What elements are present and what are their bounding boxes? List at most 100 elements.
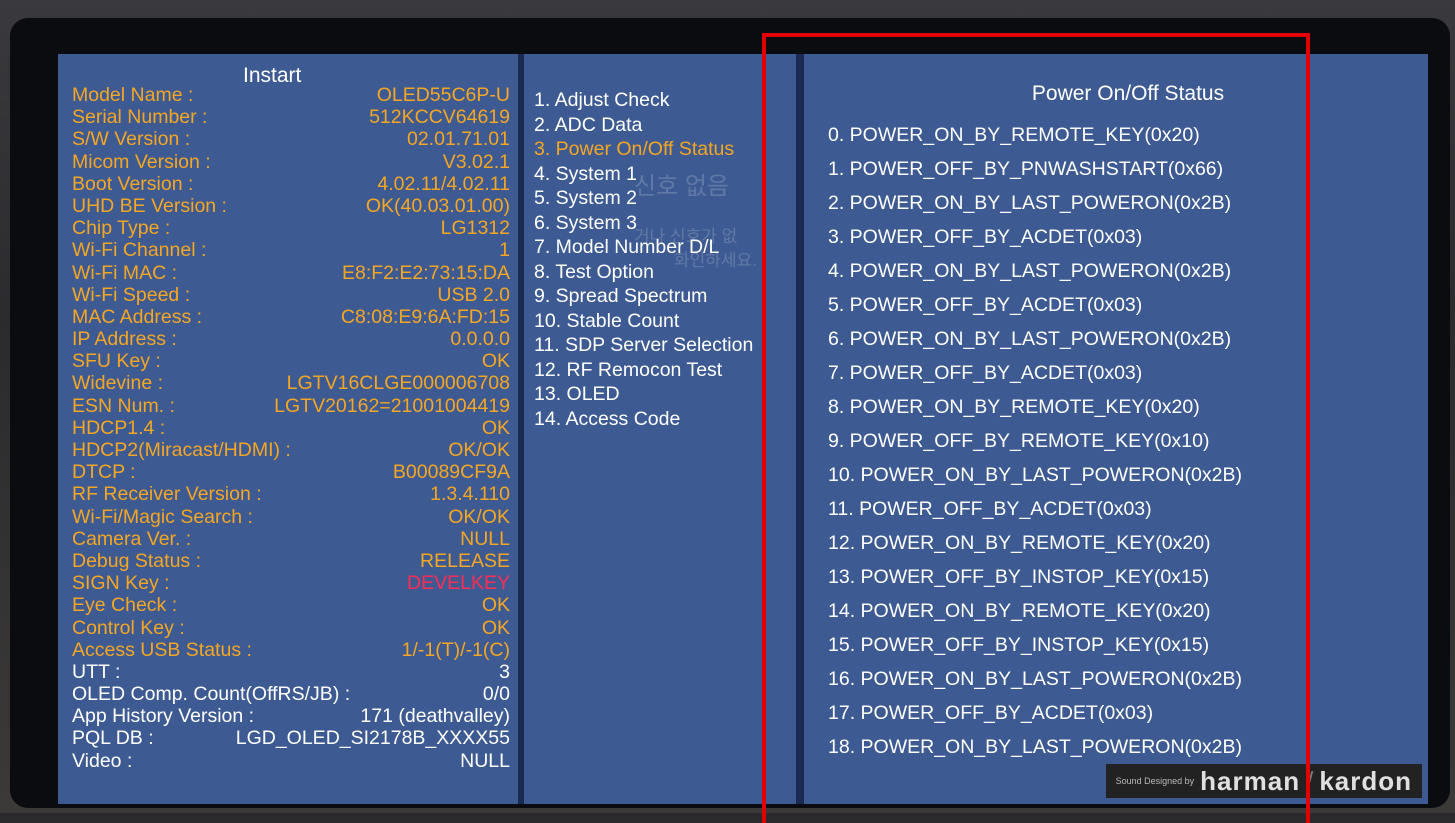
info-row: Video : NULL — [72, 750, 510, 772]
background-osd-text: 거나 신호가 없 — [634, 227, 738, 246]
info-label: Access USB Status : — [72, 638, 252, 661]
info-label: Wi-Fi/Magic Search : — [72, 505, 253, 528]
info-row: IP Address : 0.0.0.0 — [72, 328, 510, 350]
info-row: HDCP2(Miracast/HDMI) : OK/OK — [72, 439, 510, 461]
menu-item[interactable]: 12. RF Remocon Test — [534, 358, 796, 383]
background-osd-text: 신호 없음 — [634, 173, 729, 200]
info-label: OLED Comp. Count(OffRS/JB) : — [72, 683, 351, 706]
info-row: Chip Type : LG1312 — [72, 217, 510, 239]
info-value: 02.01.71.01 — [406, 128, 510, 151]
menu-item[interactable]: 14. Access Code — [534, 407, 796, 432]
status-log-entry: 15. POWER_OFF_BY_INSTOP_KEY(0x15) — [828, 634, 1210, 656]
info-row: RF Receiver Version : 1.3.4.110 — [72, 483, 510, 505]
info-label: S/W Version : — [72, 128, 191, 151]
info-row: Access USB Status : 1/-1(T)/-1(C) — [72, 639, 510, 661]
info-row: ESN Num. : LGTV20162=21001004419 — [72, 395, 510, 417]
menu-item[interactable]: 3. Power On/Off Status — [534, 137, 796, 162]
info-label: Eye Check : — [72, 594, 178, 617]
status-log-entry: 5. POWER_OFF_BY_ACDET(0x03) — [828, 294, 1143, 316]
info-value: OLED55C6P-U — [376, 84, 510, 106]
info-label: Chip Type : — [72, 217, 171, 240]
status-title: Power On/Off Status — [1031, 82, 1225, 105]
info-label: App History Version : — [72, 705, 255, 728]
status-log-entry: 12. POWER_ON_BY_REMOTE_KEY(0x20) — [828, 532, 1211, 554]
info-value: OK — [481, 416, 510, 439]
info-list: Model Name : OLED55C6P-U Serial Number : 51… — [72, 84, 510, 772]
status-log-entry: 18. POWER_ON_BY_LAST_POWERON(0x2B) — [828, 736, 1242, 758]
info-row: SFU Key : OK — [72, 350, 510, 372]
info-label: Model Name : — [72, 84, 194, 106]
brand-name-b: kardon — [1319, 765, 1412, 796]
info-row: UTT : 3 — [72, 661, 510, 683]
info-value: 1 — [499, 239, 510, 262]
info-row: HDCP1.4 : OK — [72, 417, 510, 439]
info-value: OK — [481, 594, 510, 617]
menu-item[interactable]: 9. Spread Spectrum — [534, 284, 796, 309]
info-label: SIGN Key : — [72, 572, 170, 595]
status-log-entry: 1. POWER_OFF_BY_PNWASHSTART(0x66) — [828, 158, 1224, 180]
info-value: OK(40.03.01.00) — [365, 194, 510, 217]
menu-item[interactable]: 10. Stable Count — [534, 309, 796, 334]
info-row: Wi-Fi MAC : E8:F2:E2:73:15:DA — [72, 262, 510, 284]
info-label: Micom Version : — [72, 150, 211, 173]
info-row: Widevine : LGTV16CLGE000006708 — [72, 372, 510, 394]
info-label: Video : — [72, 749, 133, 772]
brand-prefix: Sound Designed by — [1115, 776, 1195, 786]
menu-item[interactable]: 11. SDP Server Selection — [534, 333, 796, 358]
info-row: Camera Ver. : NULL — [72, 528, 510, 550]
menu-item[interactable]: 1. Adjust Check — [534, 88, 796, 113]
status-log-entry: 6. POWER_ON_BY_LAST_POWERON(0x2B) — [828, 328, 1232, 350]
service-menu-panel: 1. Adjust Check 2. ADC Data 3. Power On/Of… — [524, 54, 796, 804]
info-row: Serial Number : 512KCCV64619 — [72, 106, 510, 128]
info-value: RELEASE — [420, 549, 510, 572]
info-label: UHD BE Version : — [72, 194, 227, 217]
status-log-entry: 17. POWER_OFF_BY_ACDET(0x03) — [828, 702, 1154, 724]
info-row: Debug Status : RELEASE — [72, 550, 510, 572]
tv-screen: Instart Model Name : OLED55C6P-U Serial Nu… — [58, 54, 1428, 804]
menu-item[interactable]: 13. OLED — [534, 382, 796, 407]
info-label: Debug Status : — [72, 549, 201, 572]
power-status-panel: Power On/Off Status 0. POWER_ON_BY_REMOT… — [804, 54, 1428, 804]
info-label: Wi-Fi MAC : — [72, 261, 178, 284]
info-value: LGD_OLED_SI2178B_XXXX55 — [235, 727, 510, 750]
info-value: USB 2.0 — [437, 283, 510, 306]
status-log-entry: 8. POWER_ON_BY_REMOTE_KEY(0x20) — [828, 396, 1200, 418]
info-value: 1.3.4.110 — [430, 483, 510, 506]
info-value: OK — [481, 616, 510, 639]
status-log-entry: 10. POWER_ON_BY_LAST_POWERON(0x2B) — [828, 464, 1242, 486]
info-label: HDCP2(Miracast/HDMI) : — [72, 439, 291, 461]
info-label: Wi-Fi Speed : — [72, 283, 191, 306]
status-log-entry: 4. POWER_ON_BY_LAST_POWERON(0x2B) — [828, 260, 1232, 282]
info-label: ESN Num. : — [72, 394, 175, 417]
info-row: DTCP : B00089CF9A — [72, 461, 510, 483]
info-label: HDCP1.4 : — [72, 416, 166, 439]
menu-item[interactable]: 2. ADC Data — [534, 113, 796, 138]
info-value: DEVELKEY — [407, 572, 510, 595]
info-value: 1/-1(T)/-1(C) — [401, 638, 510, 661]
info-value: E8:F2:E2:73:15:DA — [341, 261, 510, 284]
info-row: App History Version : 171 (deathvalley) — [72, 705, 510, 727]
info-row: Eye Check : OK — [72, 594, 510, 616]
info-value: 0/0 — [482, 683, 510, 706]
info-value: B00089CF9A — [392, 461, 510, 484]
info-label: UTT : — [72, 660, 121, 683]
instart-info-panel: Instart Model Name : OLED55C6P-U Serial Nu… — [58, 54, 518, 804]
status-log-list: 0. POWER_ON_BY_REMOTE_KEY(0x20) 1. POWER_… — [828, 118, 1428, 764]
info-value: C8:08:E9:6A:FD:15 — [340, 305, 510, 328]
info-value: LGTV16CLGE000006708 — [286, 372, 510, 395]
info-row: SIGN Key : DEVELKEY — [72, 572, 510, 594]
info-row: UHD BE Version : OK(40.03.01.00) — [72, 195, 510, 217]
info-value: OK/OK — [448, 439, 510, 461]
status-log-entry: 7. POWER_OFF_BY_ACDET(0x03) — [828, 362, 1143, 384]
info-label: Serial Number : — [72, 106, 208, 129]
status-log-entry: 14. POWER_ON_BY_REMOTE_KEY(0x20) — [828, 600, 1211, 622]
background-osd-text: 화인하세요. — [674, 251, 757, 270]
info-value: 0.0.0.0 — [450, 328, 510, 351]
info-label: IP Address : — [72, 328, 177, 351]
info-value: LG1312 — [440, 217, 510, 240]
info-label: Boot Version : — [72, 172, 194, 195]
brand-name-a: harman — [1200, 765, 1301, 796]
info-row: Boot Version : 4.02.11/4.02.11 — [72, 173, 510, 195]
info-value: NULL — [460, 527, 510, 550]
info-value: 3 — [499, 660, 510, 683]
